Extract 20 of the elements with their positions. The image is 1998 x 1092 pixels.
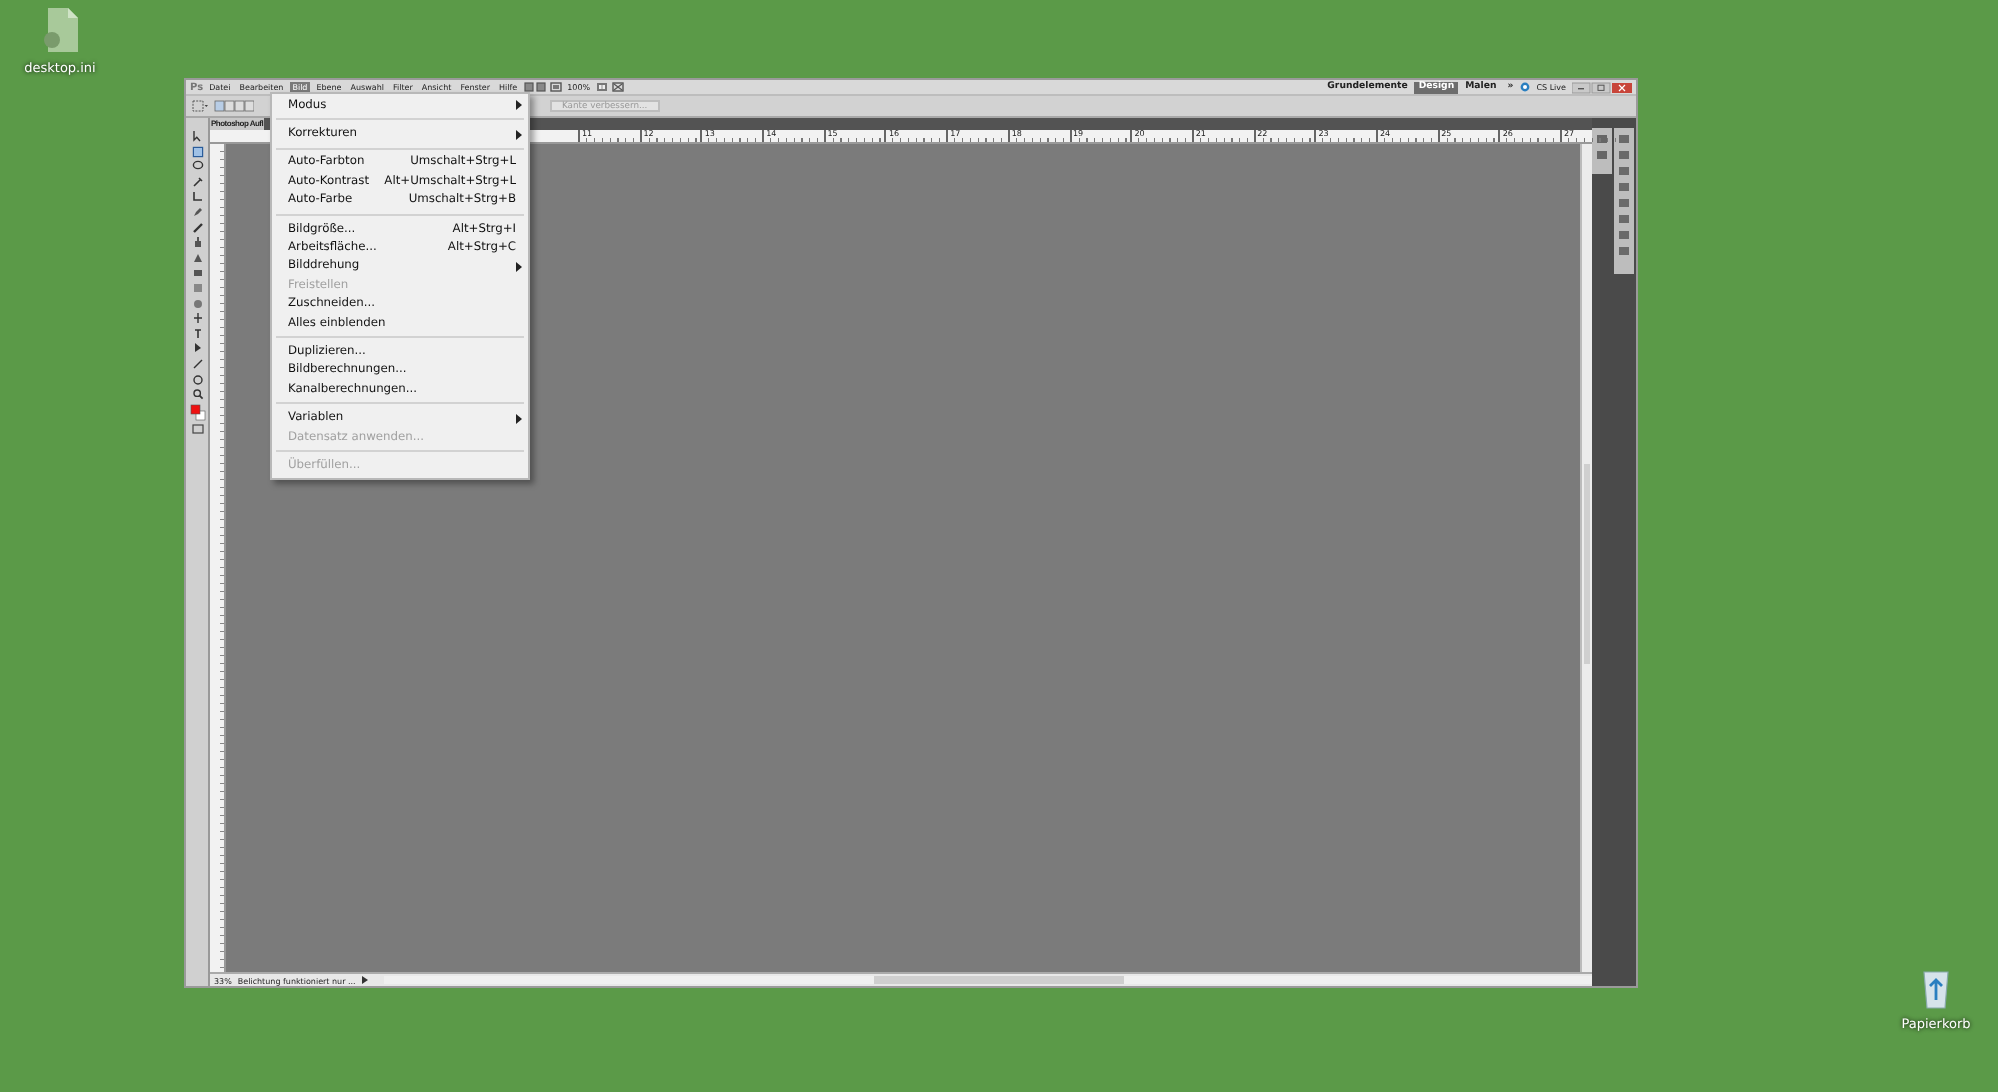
tool-icon[interactable] — [191, 327, 203, 340]
submenu-arrow-icon — [516, 129, 522, 140]
screen-mode-icon[interactable] — [611, 82, 624, 92]
tool-icon[interactable] — [191, 312, 203, 325]
submenu-arrow-icon — [516, 413, 522, 424]
file-icon — [38, 6, 82, 54]
tool-icon[interactable] — [191, 388, 203, 401]
tool-icon[interactable] — [191, 236, 203, 249]
submenu-arrow-icon — [516, 261, 522, 272]
marquee-preset-icon[interactable] — [192, 100, 208, 112]
color-swatches-icon[interactable] — [189, 403, 205, 422]
tool-icon[interactable] — [191, 175, 203, 188]
globe-icon — [1520, 82, 1531, 92]
quick-mask-icon[interactable] — [191, 424, 203, 435]
selection-mode-icon[interactable] — [214, 100, 254, 112]
submenu-arrow-icon — [516, 100, 522, 111]
screen-mode-icon[interactable] — [549, 82, 562, 92]
status-menu-arrow-icon[interactable] — [361, 976, 368, 984]
window-controls-icon[interactable] — [1572, 81, 1632, 93]
arrange-icon[interactable] — [596, 82, 609, 92]
